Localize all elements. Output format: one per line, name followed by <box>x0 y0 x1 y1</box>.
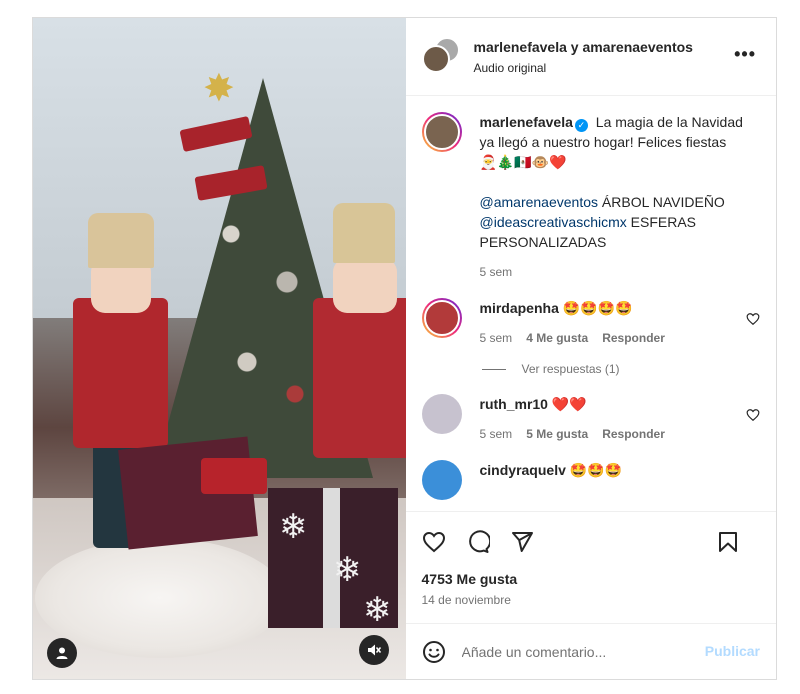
post-actions <box>405 511 776 571</box>
post-video[interactable]: ✸ ❄ ❄ ❄ <box>33 18 406 679</box>
reply-button[interactable]: Responder <box>602 424 665 444</box>
post-side-panel: marlenefavela y amarenaeventos Audio ori… <box>405 18 777 679</box>
comment-time[interactable]: 5 sem <box>480 328 513 348</box>
nutcracker-left <box>73 298 168 448</box>
audio-label[interactable]: Audio original <box>474 61 693 75</box>
comment-icon[interactable] <box>466 529 490 554</box>
collab-avatars[interactable] <box>421 36 462 77</box>
publish-button[interactable]: Publicar <box>705 643 760 659</box>
emoji-icon[interactable] <box>422 640 446 664</box>
verified-badge-icon: ✓ <box>574 119 588 132</box>
comment-text: 🤩🤩🤩🤩 <box>562 300 633 316</box>
muted-speaker-icon <box>368 644 382 656</box>
avatar[interactable] <box>421 460 462 500</box>
collab-usernames[interactable]: marlenefavela y amarenaeventos <box>474 39 693 55</box>
bookmark-icon[interactable] <box>716 530 740 554</box>
comment-time[interactable]: 5 sem <box>480 424 513 444</box>
mention-amarenaeventos[interactable]: @amarenaeventos <box>480 194 599 210</box>
likes-count[interactable]: 4753 Me gusta <box>406 571 777 587</box>
caption: marlenefavela ✓ La magia de la Navidad ya… <box>421 112 761 282</box>
add-comment-bar: Publicar <box>405 623 776 679</box>
comment-item: ruth_mr10 ❤️❤️ 5 sem 5 Me gusta Responde… <box>421 394 761 444</box>
comment-likes[interactable]: 4 Me gusta <box>526 328 588 348</box>
comment-username[interactable]: cindyraquelv <box>480 462 566 478</box>
comment-username[interactable]: mirdapenha <box>480 300 559 316</box>
add-comment-input[interactable] <box>461 643 682 660</box>
like-icon[interactable] <box>422 530 446 554</box>
fur-rug <box>35 538 285 658</box>
post-header: marlenefavela y amarenaeventos Audio ori… <box>405 18 776 96</box>
caption-emojis: 🎅🎄🇲🇽🐵❤️ <box>479 154 567 170</box>
reply-button[interactable]: Responder <box>602 328 665 348</box>
caption-time[interactable]: 5 sem <box>480 262 513 282</box>
comment-likes[interactable]: 5 Me gusta <box>526 424 588 444</box>
share-icon[interactable] <box>510 530 534 554</box>
nutcracker-right <box>313 298 406 458</box>
avatar[interactable] <box>421 112 462 152</box>
tree-star: ✸ <box>203 68 235 110</box>
instagram-post: ✸ ❄ ❄ ❄ marlenefavela y amarenaeventos A… <box>32 17 777 680</box>
comment-item: cindyraquelv 🤩🤩🤩 <box>421 460 761 500</box>
comment-text: ❤️❤️ <box>551 396 587 412</box>
comments-list[interactable]: marlenefavela ✓ La magia de la Navidad ya… <box>406 96 777 511</box>
caption-username[interactable]: marlenefavela <box>480 114 573 130</box>
like-comment-icon[interactable] <box>746 408 760 422</box>
post-date[interactable]: 14 de noviembre <box>406 587 777 607</box>
more-icon[interactable]: ••• <box>734 44 756 65</box>
avatar[interactable] <box>421 394 462 434</box>
mute-button[interactable] <box>359 635 389 665</box>
comment-item: mirdapenha 🤩🤩🤩🤩 5 sem 4 Me gusta Respond… <box>421 298 761 348</box>
comment-username[interactable]: ruth_mr10 <box>480 396 548 412</box>
view-replies[interactable]: Ver respuestas (1) <box>481 362 761 376</box>
user-icon <box>56 647 68 659</box>
mention-ideascreativaschicmx[interactable]: @ideascreativaschicmx <box>480 214 627 230</box>
like-comment-icon[interactable] <box>746 312 760 326</box>
comment-text: 🤩🤩🤩 <box>569 462 623 478</box>
tagged-users-button[interactable] <box>47 638 77 668</box>
avatar[interactable] <box>421 298 462 338</box>
